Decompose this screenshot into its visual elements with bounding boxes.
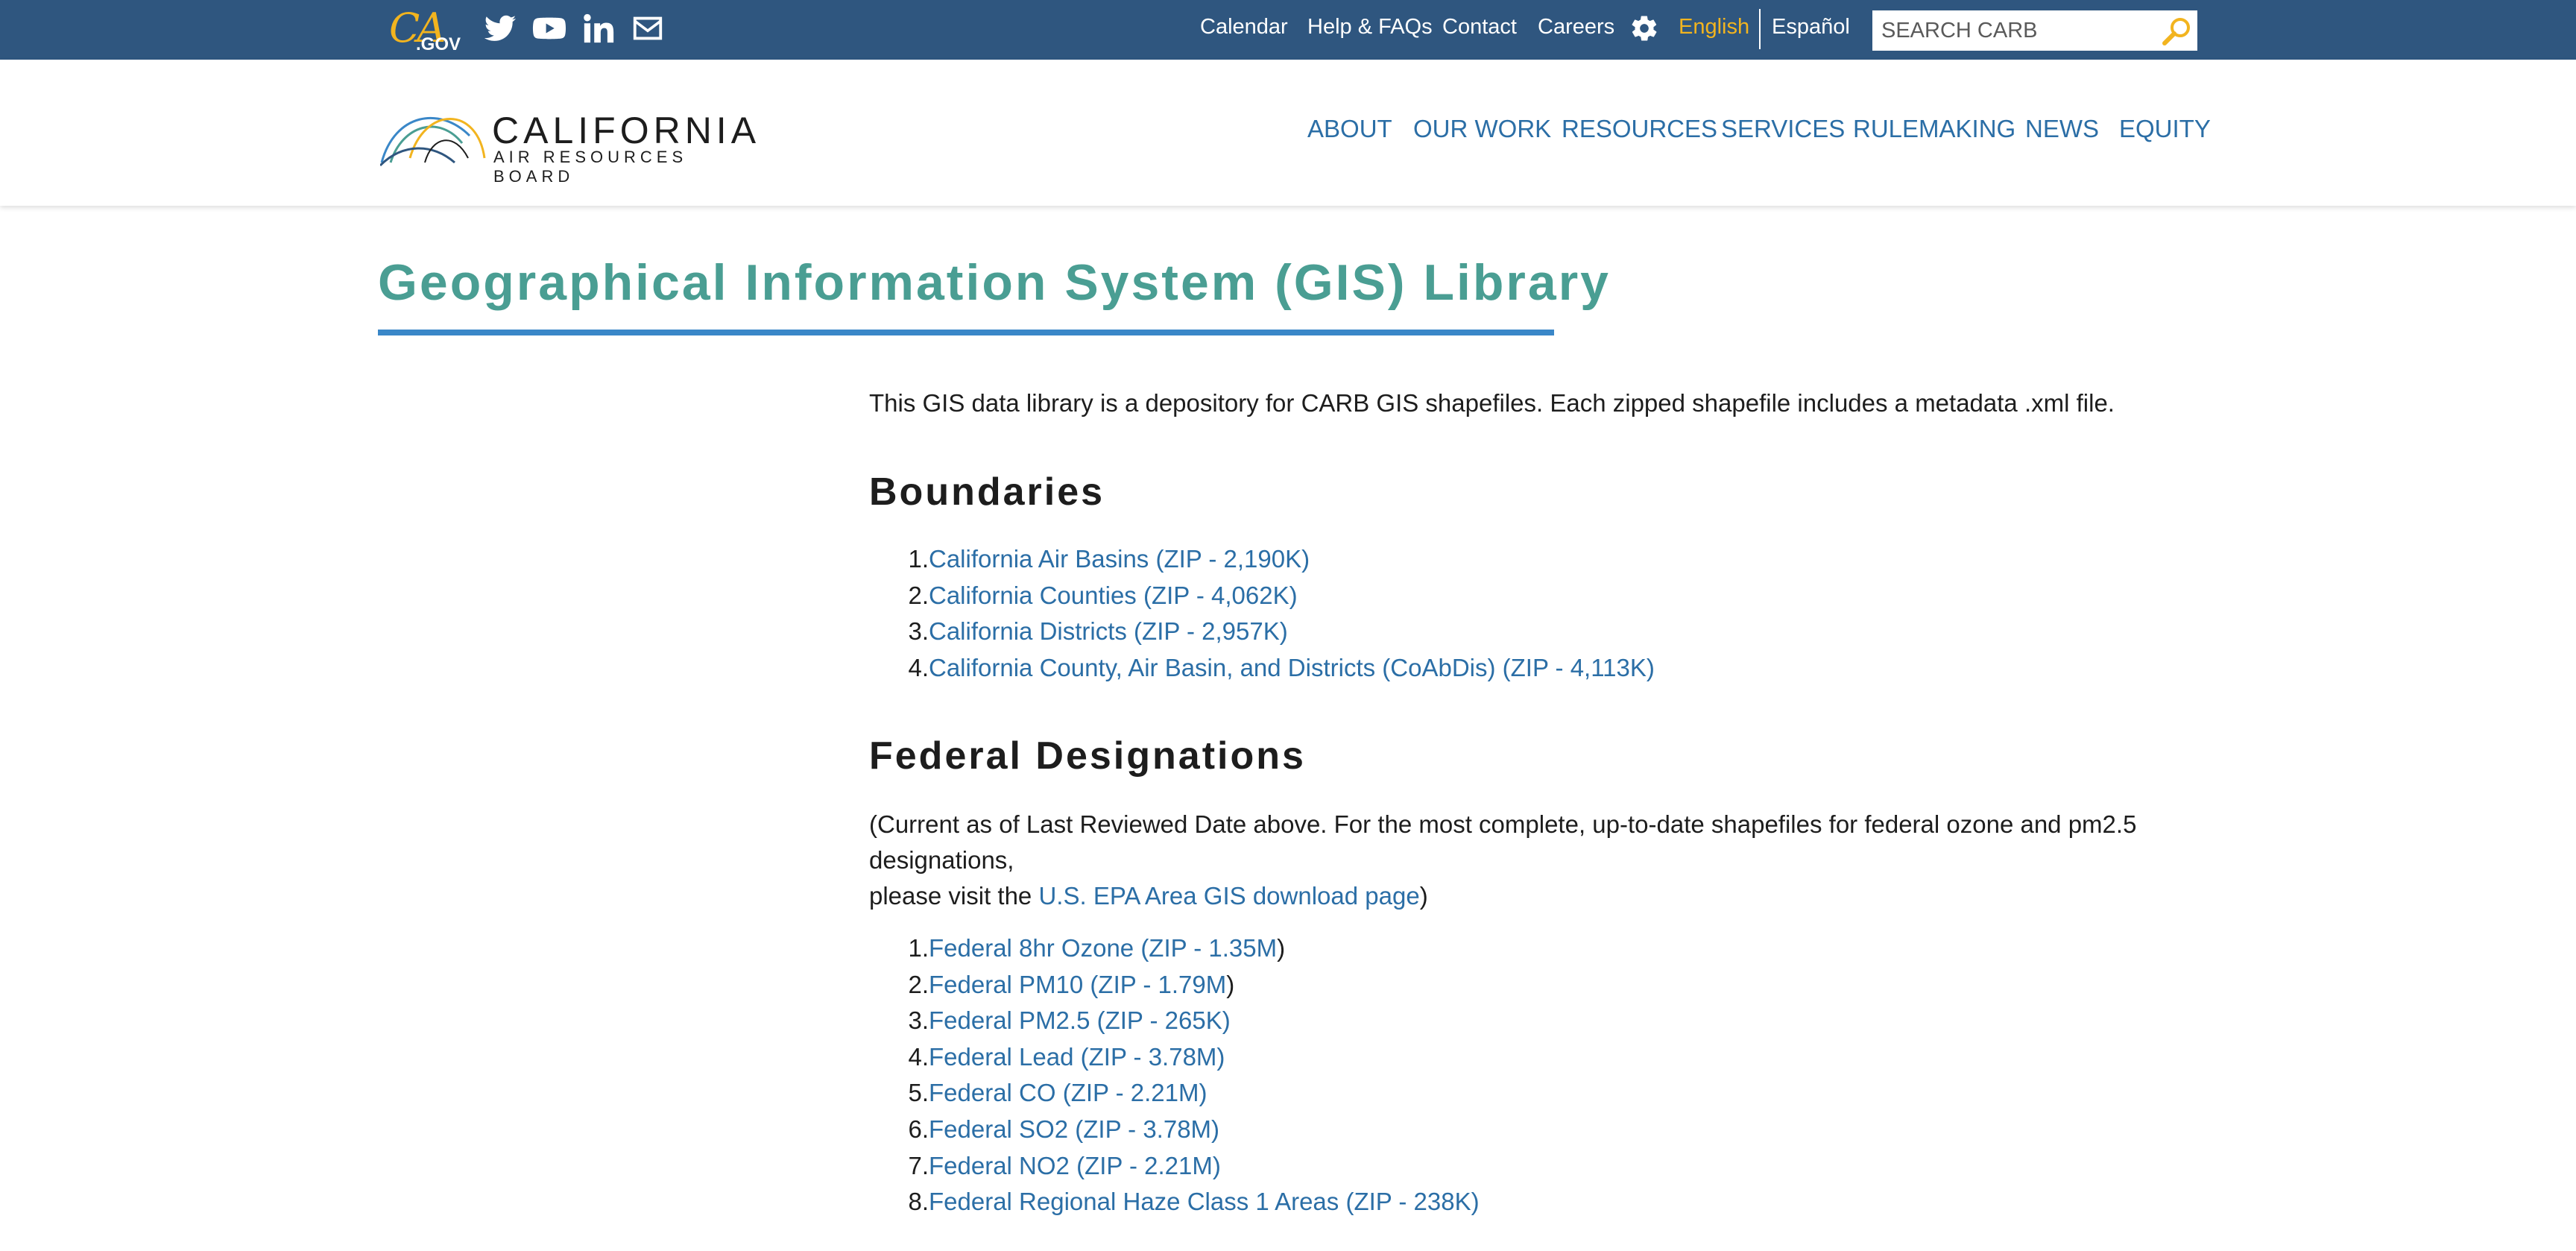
- ca-gov-logo-gov: .GOV: [416, 34, 461, 54]
- federal-link[interactable]: Federal 8hr Ozone (ZIP - 1.35M): [929, 930, 1285, 967]
- nav-rulemaking[interactable]: RULEMAKING: [1853, 115, 2015, 143]
- federal-note-prefix: please visit the: [869, 882, 1039, 910]
- nav-about[interactable]: ABOUT: [1307, 115, 1392, 143]
- federal-link[interactable]: Federal PM2.5 (ZIP - 265K): [929, 1003, 1231, 1039]
- federal-designations-heading: Federal Designations: [869, 734, 1306, 778]
- calendar-link[interactable]: Calendar: [1200, 15, 1288, 40]
- linkedin-icon[interactable]: [579, 10, 618, 46]
- nav-equity[interactable]: EQUITY: [2119, 115, 2211, 143]
- nav-our-work[interactable]: OUR WORK: [1413, 115, 1551, 143]
- federal-link-label: Federal PM10 (ZIP - 1.79M: [929, 970, 1227, 998]
- boundaries-link[interactable]: California Counties (ZIP - 4,062K): [929, 578, 1298, 614]
- boundaries-link[interactable]: California County, Air Basin, and Distri…: [929, 650, 1655, 687]
- nav-news[interactable]: NEWS: [2025, 115, 2099, 143]
- site-header: CALIFORNIA AIR RESOURCES BOARD ABOUT OUR…: [0, 60, 2576, 206]
- federal-link[interactable]: Federal PM10 (ZIP - 1.79M): [929, 967, 1234, 1003]
- nav-services[interactable]: SERVICES: [1721, 115, 1845, 143]
- boundaries-heading: Boundaries: [869, 470, 1105, 514]
- carb-logo-arcs-icon: [380, 117, 486, 167]
- carb-logo[interactable]: CALIFORNIA AIR RESOURCES BOARD: [380, 98, 756, 186]
- nav-resources[interactable]: RESOURCES: [1562, 115, 1717, 143]
- page-title: Geographical Information System (GIS) Li…: [378, 254, 1611, 311]
- contact-link[interactable]: Contact: [1442, 15, 1517, 40]
- federal-note-line2: designations,: [869, 846, 1014, 874]
- email-icon[interactable]: [628, 10, 667, 46]
- federal-link[interactable]: Federal NO2 (ZIP - 2.21M): [929, 1148, 1221, 1185]
- careers-link[interactable]: Careers: [1538, 15, 1614, 40]
- federal-note-line1: (Current as of Last Reviewed Date above.…: [869, 810, 2137, 838]
- title-underline: [378, 330, 1554, 335]
- search-input[interactable]: [1872, 10, 2156, 51]
- logo-subtitle: AIR RESOURCES BOARD: [493, 148, 688, 186]
- federal-link[interactable]: Federal CO (ZIP - 2.21M): [929, 1075, 1208, 1112]
- help-faqs-link[interactable]: Help & FAQs: [1307, 15, 1433, 40]
- boundaries-link[interactable]: California Air Basins (ZIP - 2,190K): [929, 541, 1310, 578]
- logo-title: CALIFORNIA: [492, 110, 761, 151]
- federal-note-line3: please visit the U.S. EPA Area GIS downl…: [869, 878, 1428, 915]
- federal-link-tail: ): [1226, 970, 1235, 998]
- epa-download-link[interactable]: U.S. EPA Area GIS download page: [1038, 882, 1419, 910]
- search-icon[interactable]: [2160, 15, 2193, 48]
- federal-link[interactable]: Federal Lead (ZIP - 3.78M): [929, 1039, 1225, 1076]
- youtube-icon[interactable]: [530, 10, 569, 46]
- language-separator: [1759, 9, 1761, 49]
- gear-icon[interactable]: [1629, 13, 1659, 43]
- federal-link[interactable]: Federal Regional Haze Class 1 Areas (ZIP…: [929, 1184, 1480, 1220]
- federal-link[interactable]: Federal SO2 (ZIP - 3.78M): [929, 1112, 1219, 1148]
- boundaries-link[interactable]: California Districts (ZIP - 2,957K): [929, 614, 1288, 650]
- twitter-icon[interactable]: [481, 10, 520, 46]
- language-english-link[interactable]: English: [1679, 15, 1749, 40]
- federal-link-label: Federal 8hr Ozone (ZIP - 1.35M: [929, 934, 1278, 962]
- utility-bar: CA .GOV Calendar Help & FAQs Contact Car…: [0, 0, 2576, 60]
- ca-gov-logo[interactable]: CA .GOV: [385, 4, 461, 54]
- search-box: [1872, 10, 2197, 51]
- intro-text: This GIS data library is a depository fo…: [869, 389, 2115, 417]
- federal-link-tail: ): [1277, 934, 1286, 962]
- language-espanol-link[interactable]: Español: [1772, 15, 1850, 40]
- federal-note-suffix: ): [1419, 882, 1428, 910]
